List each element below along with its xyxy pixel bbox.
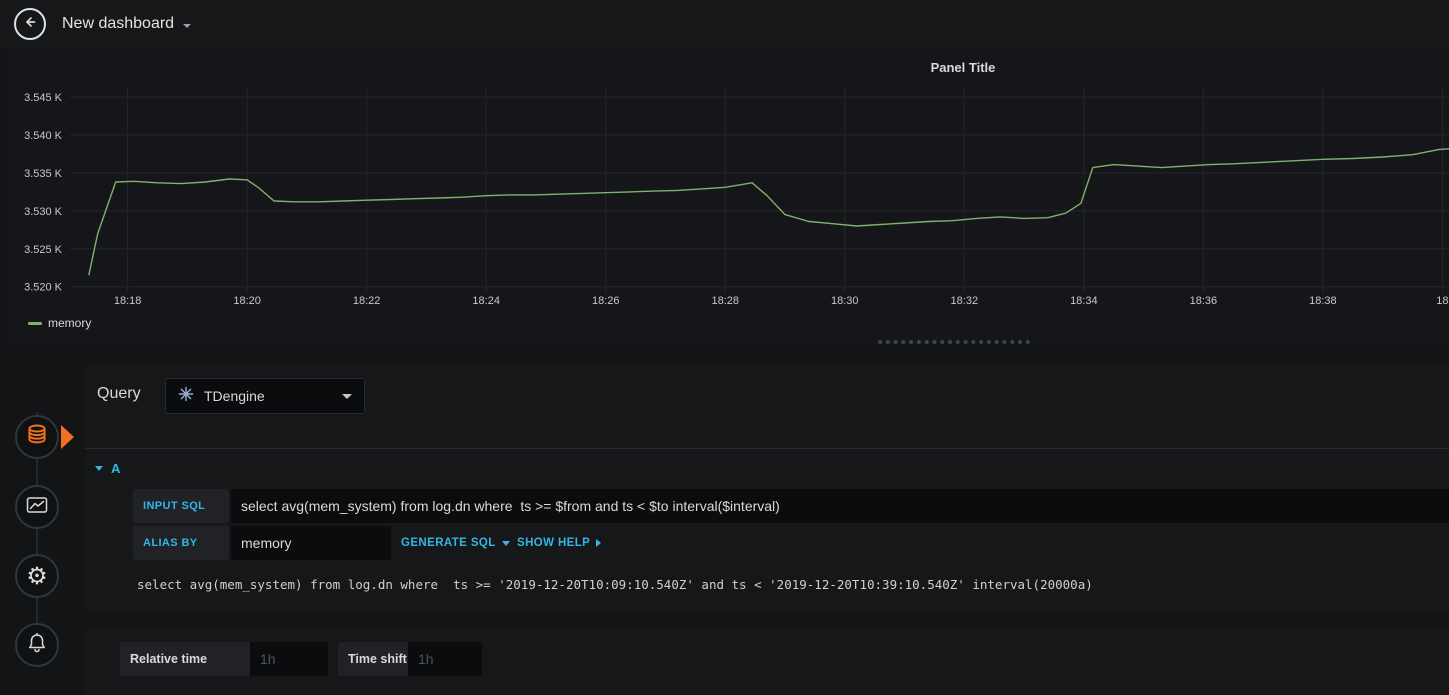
generated-sql-text: select avg(mem_system) from log.dn where… [137, 577, 1093, 592]
svg-text:3.540 K: 3.540 K [24, 130, 63, 142]
datasource-logo-icon [178, 386, 194, 407]
query-section-title: Query [97, 385, 141, 402]
tab-visualization[interactable] [15, 485, 59, 529]
dashboard-title: New dashboard [62, 15, 175, 32]
relative-time-label: Relative time [120, 642, 250, 676]
svg-text:3.545 K: 3.545 K [24, 92, 63, 104]
svg-text:18: 18 [1436, 295, 1448, 307]
top-navbar: New dashboard [0, 0, 1449, 48]
alias-by-label: ALIAS BY [133, 526, 229, 560]
legend-swatch [28, 321, 42, 325]
tab-queries[interactable] [15, 415, 59, 459]
generate-sql-button[interactable]: GENERATE SQL [401, 526, 510, 560]
time-shift-label: Time shift [338, 642, 408, 676]
svg-text:3.530 K: 3.530 K [24, 206, 63, 218]
chevron-down-icon [183, 23, 192, 28]
query-row-header[interactable]: A [95, 459, 120, 477]
svg-text:3.535 K: 3.535 K [24, 168, 63, 180]
back-arrow-icon [22, 14, 38, 35]
query-ref-id: A [111, 460, 121, 476]
svg-text:3.525 K: 3.525 K [24, 244, 63, 256]
show-help-label: SHOW HELP [517, 537, 591, 549]
gear-icon: ⚙ [26, 562, 48, 590]
dashboard-title-dropdown[interactable]: New dashboard [62, 15, 192, 33]
relative-time-input[interactable] [250, 642, 328, 676]
datasource-picker[interactable]: TDengine [165, 378, 365, 414]
svg-text:18:24: 18:24 [472, 295, 500, 307]
active-tab-marker [61, 425, 74, 449]
divider [85, 448, 1449, 449]
tab-general[interactable]: ⚙ [15, 554, 59, 598]
show-help-button[interactable]: SHOW HELP [517, 526, 602, 560]
svg-text:18:36: 18:36 [1190, 295, 1218, 307]
svg-text:3.520 K: 3.520 K [24, 282, 63, 294]
svg-text:18:22: 18:22 [353, 295, 381, 307]
input-sql-field[interactable] [231, 489, 1449, 523]
datasource-name: TDengine [204, 388, 265, 404]
chevron-right-icon [596, 539, 602, 547]
time-shift-input[interactable] [408, 642, 482, 676]
legend-label: memory [48, 316, 92, 330]
svg-text:18:32: 18:32 [951, 295, 979, 307]
graph-icon [25, 493, 49, 522]
time-series-chart[interactable]: 3.545 K 3.540 K 3.535 K 3.530 K 3.525 K 3.520… [10, 80, 1449, 315]
collapse-chevron-icon [95, 465, 103, 471]
chevron-down-icon [501, 540, 510, 546]
chevron-down-icon [342, 393, 352, 399]
svg-text:18:28: 18:28 [711, 295, 739, 307]
bell-icon [25, 631, 49, 660]
query-editor-card: Query TDengine A INPUT SQL ALIAS BY GENE… [85, 365, 1449, 612]
svg-text:18:26: 18:26 [592, 295, 620, 307]
graph-panel: Panel Title 3.545 K 3.540 K 3.535 K 3.530 K… [10, 48, 1449, 345]
panel-title[interactable]: Panel Title [890, 60, 1036, 75]
alias-by-field[interactable] [231, 526, 391, 560]
generate-sql-label: GENERATE SQL [401, 537, 496, 549]
svg-text:18:30: 18:30 [831, 295, 859, 307]
time-options-card: Relative time Time shift [85, 628, 1449, 695]
input-sql-label: INPUT SQL [133, 489, 229, 523]
svg-text:18:18: 18:18 [114, 295, 142, 307]
svg-text:18:38: 18:38 [1309, 295, 1337, 307]
svg-text:18:20: 18:20 [233, 295, 261, 307]
tab-alert[interactable] [15, 623, 59, 667]
panel-resize-handle[interactable] [878, 340, 1030, 344]
database-icon [24, 422, 50, 453]
back-button[interactable] [14, 8, 46, 40]
svg-text:18:34: 18:34 [1070, 295, 1098, 307]
legend-item-memory[interactable]: memory [28, 316, 91, 330]
